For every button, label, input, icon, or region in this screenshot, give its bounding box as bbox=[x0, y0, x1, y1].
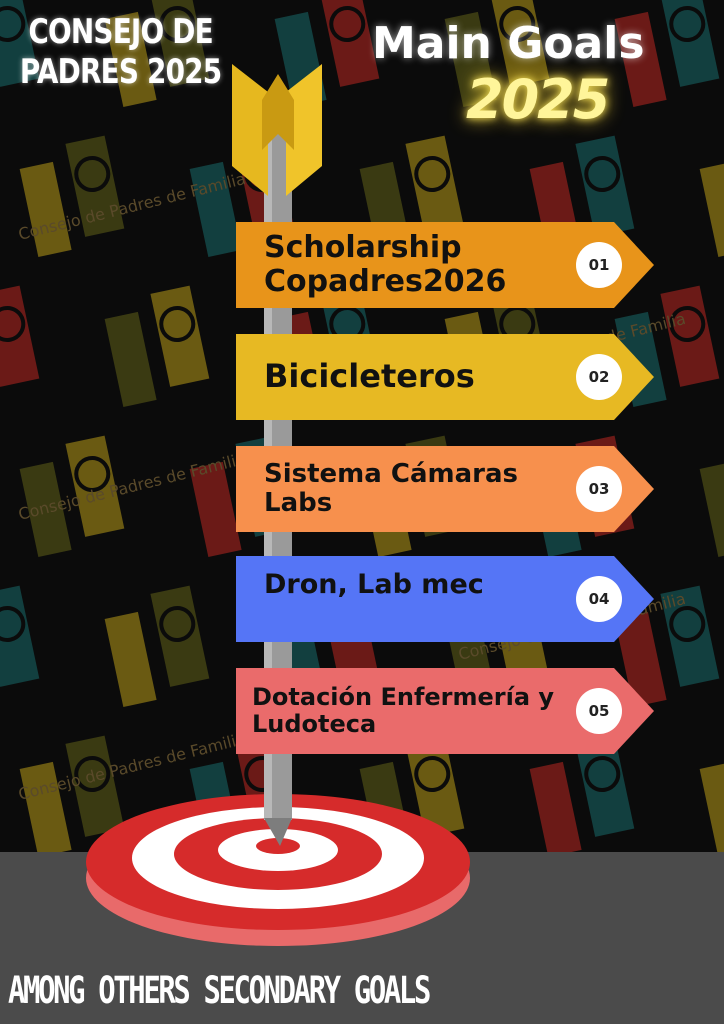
goal-label-1: Scholarship Copadres2026 bbox=[264, 222, 584, 308]
organization-title-line1: CONSEJO DE bbox=[28, 12, 213, 52]
goal-label-3: Sistema Cámaras Labs bbox=[264, 446, 584, 532]
goal-sign-1: Scholarship Copadres2026 01 bbox=[236, 222, 654, 308]
goal-1-line2: Copadres2026 bbox=[264, 264, 507, 299]
organization-title: CONSEJO DE PADRES 2025 bbox=[14, 12, 227, 92]
organization-title-line2: PADRES 2025 bbox=[19, 52, 222, 92]
goal-number-4: 04 bbox=[576, 576, 622, 622]
footer-text: AMONG OTHERS SECONDARY GOALS bbox=[8, 969, 431, 1012]
goal-sign-3: Sistema Cámaras Labs 03 bbox=[236, 446, 654, 532]
goal-number-2: 02 bbox=[576, 354, 622, 400]
goal-sign-4: Dron, Lab mec 04 bbox=[236, 556, 654, 642]
page-title: Main Goals bbox=[372, 18, 645, 69]
goal-label-2: Bicicleteros bbox=[264, 334, 584, 420]
goal-3-line1: Sistema Cámaras bbox=[264, 458, 518, 489]
page-year: 2025 bbox=[466, 68, 610, 131]
goal-number-1: 01 bbox=[576, 242, 622, 288]
goal-sign-2: Bicicleteros 02 bbox=[236, 334, 654, 420]
goal-number-5: 05 bbox=[576, 688, 622, 734]
goal-2-line1: Bicicleteros bbox=[264, 357, 475, 396]
goal-label-4: Dron, Lab mec bbox=[264, 556, 584, 642]
goal-5-line2: Ludoteca bbox=[252, 710, 377, 738]
goal-1-line1: Scholarship bbox=[264, 230, 462, 266]
goal-label-5: Dotación Enfermería y Ludoteca bbox=[252, 668, 572, 754]
goal-number-3: 03 bbox=[576, 466, 622, 512]
goal-4-line1: Dron, Lab mec bbox=[264, 569, 484, 600]
goal-5-line1: Dotación Enfermería y bbox=[252, 683, 555, 712]
goal-sign-5: Dotación Enfermería y Ludoteca 05 bbox=[236, 668, 654, 754]
goal-3-line2: Labs bbox=[264, 488, 333, 518]
